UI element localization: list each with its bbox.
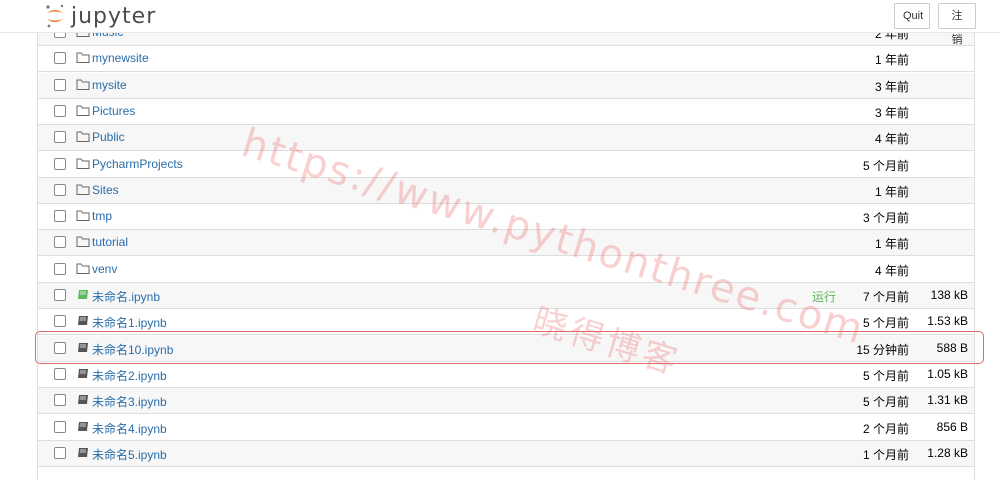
folder-icon <box>76 183 90 196</box>
last-modified: 3 个月前 <box>862 211 909 226</box>
last-modified: 5 个月前 <box>862 368 909 383</box>
file-row[interactable]: mynewsite 1 年前 <box>38 46 974 73</box>
file-name-link[interactable]: 未命名1.ipynb <box>92 314 167 331</box>
file-list: Music2 年前mynewsite1 年前mysite3 年前Pictures… <box>37 20 975 480</box>
last-modified: 5 个月前 <box>862 395 909 410</box>
file-name-link[interactable]: Pictures <box>92 104 135 118</box>
file-size: 856 B <box>936 419 968 434</box>
select-checkbox[interactable] <box>54 78 66 91</box>
last-modified: 1 个月前 <box>862 447 909 462</box>
notebook-icon <box>76 314 90 327</box>
file-name-link[interactable]: 未命名10.ipynb <box>92 341 173 358</box>
last-modified: 1 年前 <box>874 237 909 252</box>
select-checkbox[interactable] <box>54 341 66 354</box>
logout-button[interactable]: 注销 <box>938 3 976 46</box>
folder-icon <box>76 51 90 64</box>
select-checkbox[interactable] <box>54 420 66 433</box>
file-name-link[interactable]: mynewsite <box>92 51 149 65</box>
file-name-link[interactable]: Sites <box>92 183 119 197</box>
select-checkbox[interactable] <box>54 52 66 65</box>
last-modified: 1 年前 <box>874 184 909 199</box>
notebook-icon <box>76 341 90 354</box>
last-modified: 3 年前 <box>874 105 909 120</box>
select-checkbox[interactable] <box>54 157 66 170</box>
file-size: 138 kB <box>930 288 968 302</box>
folder-icon <box>76 130 90 143</box>
folder-icon <box>76 209 90 222</box>
notebook-icon <box>76 420 90 433</box>
notebook-icon <box>76 393 90 406</box>
folder-icon <box>76 157 90 170</box>
file-row[interactable]: Sites 1 年前 <box>38 177 974 204</box>
file-name-link[interactable]: 未命名2.ipynb <box>92 367 167 384</box>
notebook-icon <box>76 367 90 380</box>
last-modified: 4 年前 <box>874 263 909 278</box>
last-modified: 5 个月前 <box>862 158 909 173</box>
last-modified: 2 个月前 <box>862 421 909 436</box>
select-checkbox[interactable] <box>54 131 66 144</box>
select-checkbox[interactable] <box>54 236 66 249</box>
last-modified: 7 个月前 <box>862 290 909 304</box>
file-name-link[interactable]: PycharmProjects <box>92 157 183 171</box>
file-row[interactable]: 未命名5.ipynb 1 个月前 1.28 kB <box>38 440 974 467</box>
select-checkbox[interactable] <box>54 367 66 380</box>
select-checkbox[interactable] <box>54 183 66 196</box>
file-name-link[interactable]: 未命名5.ipynb <box>92 446 167 463</box>
jupyter-logo[interactable]: jupyter <box>44 3 156 29</box>
select-checkbox[interactable] <box>54 446 66 459</box>
select-checkbox[interactable] <box>54 315 66 328</box>
file-row[interactable]: 未命名4.ipynb 2 个月前 856 B <box>38 414 974 441</box>
header: jupyter Quit 注销 <box>0 0 1000 46</box>
file-name-link[interactable]: 未命名.ipynb <box>92 288 160 305</box>
quit-button[interactable]: Quit <box>894 3 930 29</box>
last-modified: 15 分钟前 <box>856 342 909 357</box>
file-row[interactable]: venv 4 年前 <box>38 256 974 283</box>
notebook-icon <box>76 446 90 459</box>
file-row[interactable]: 未命名3.ipynb 5 个月前 1.31 kB <box>38 388 974 415</box>
select-checkbox[interactable] <box>54 289 66 301</box>
folder-icon <box>76 104 90 117</box>
file-row[interactable]: tutorial 1 年前 <box>38 230 974 257</box>
file-name-link[interactable]: tmp <box>92 209 112 223</box>
file-name-link[interactable]: 未命名3.ipynb <box>92 393 167 410</box>
file-name-link[interactable]: 未命名4.ipynb <box>92 420 167 437</box>
jupyter-logo-icon <box>46 4 64 28</box>
file-size: 1.05 kB <box>927 366 968 381</box>
select-checkbox[interactable] <box>54 394 66 407</box>
file-row[interactable]: Public 4 年前 <box>38 125 974 152</box>
file-size: 1.31 kB <box>927 393 968 408</box>
file-name-link[interactable]: venv <box>92 262 117 276</box>
file-name-link[interactable]: Public <box>92 130 125 144</box>
last-modified: 5 个月前 <box>862 316 909 331</box>
file-row[interactable]: mysite 3 年前 <box>38 72 974 99</box>
folder-icon <box>76 78 90 91</box>
file-row[interactable]: Pictures 3 年前 <box>38 98 974 125</box>
file-row[interactable]: tmp 3 个月前 <box>38 204 974 231</box>
folder-icon <box>76 262 90 275</box>
last-modified: 3 年前 <box>874 79 909 94</box>
file-row[interactable]: 未命名1.ipynb 5 个月前 1.53 kB <box>38 309 974 336</box>
select-checkbox[interactable] <box>54 210 66 223</box>
file-size: 588 B <box>936 340 968 355</box>
file-row[interactable]: 未命名.ipynb 运行 7 个月前 138 kB <box>38 283 974 309</box>
select-checkbox[interactable] <box>54 262 66 275</box>
file-name-link[interactable]: mysite <box>92 78 127 92</box>
file-row[interactable]: 未命名10.ipynb 15 分钟前 588 B <box>38 335 974 362</box>
file-size: 1.28 kB <box>927 445 968 460</box>
notebook-running-icon <box>76 288 90 301</box>
last-modified: 4 年前 <box>874 132 909 147</box>
file-row[interactable]: PycharmProjects 5 个月前 <box>38 151 974 178</box>
folder-icon <box>76 235 90 248</box>
file-name-link[interactable]: tutorial <box>92 235 128 249</box>
select-checkbox[interactable] <box>54 104 66 117</box>
file-size: 1.53 kB <box>927 314 968 329</box>
logo-text: jupyter <box>71 3 157 29</box>
last-modified: 1 年前 <box>874 53 909 68</box>
file-row[interactable]: 未命名2.ipynb 5 个月前 1.05 kB <box>38 361 974 388</box>
